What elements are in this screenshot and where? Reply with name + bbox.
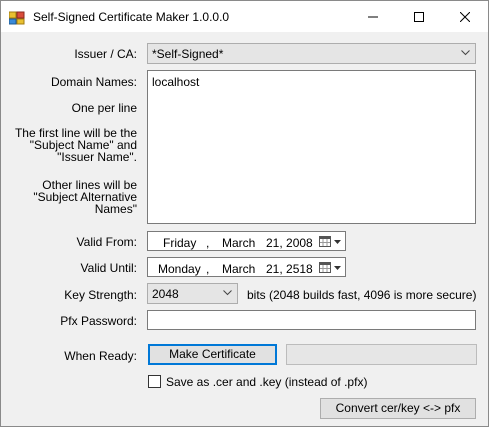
minimize-button[interactable]	[350, 1, 396, 32]
valid-until-day-year[interactable]: 21, 2518	[266, 262, 313, 276]
key-strength-hint: bits (2048 builds fast, 4096 is more sec…	[247, 288, 477, 302]
key-strength-label: Key Strength:	[64, 288, 137, 302]
domain-names-value: localhost	[152, 75, 200, 89]
key-strength-value: 2048	[152, 287, 179, 301]
make-certificate-button[interactable]: Make Certificate	[148, 344, 277, 365]
certificate-app-icon	[8, 9, 25, 25]
pfx-password-input[interactable]	[147, 310, 476, 330]
save-as-cer-label[interactable]: Save as .cer and .key (instead of .pfx)	[166, 375, 367, 389]
issuer-combo[interactable]: *Self-Signed*	[147, 43, 476, 64]
valid-until-label: Valid Until:	[80, 261, 137, 275]
valid-from-separator: ,	[206, 236, 210, 250]
title-bar[interactable]: Self-Signed Certificate Maker 1.0.0.0	[1, 1, 488, 32]
calendar-icon[interactable]	[319, 236, 331, 247]
key-strength-combo[interactable]: 2048	[147, 283, 238, 304]
valid-from-month[interactable]: March	[222, 236, 255, 250]
valid-until-weekday[interactable]: Monday	[158, 262, 201, 276]
valid-until-separator: ,	[206, 262, 210, 276]
pfx-password-label: Pfx Password:	[60, 314, 137, 328]
chevron-down-icon	[223, 290, 232, 296]
valid-from-label: Valid From:	[76, 235, 137, 249]
valid-from-weekday[interactable]: Friday	[163, 236, 196, 250]
issuer-value: *Self-Signed*	[152, 47, 224, 61]
valid-from-day-year[interactable]: 21, 2008	[266, 236, 313, 250]
maximize-icon	[414, 11, 424, 22]
valid-until-datepicker[interactable]: Monday , March 21, 2518	[147, 257, 346, 277]
chevron-down-icon[interactable]	[334, 266, 341, 270]
minimize-icon	[368, 16, 378, 17]
domain-note-other-lines: Other lines will be "Subject Alternative…	[33, 178, 137, 216]
domain-names-label: Domain Names:	[50, 75, 137, 89]
chevron-down-icon	[461, 50, 470, 56]
issuer-label: Issuer / CA:	[74, 47, 137, 61]
progress-bar	[286, 344, 477, 365]
chevron-down-icon[interactable]	[334, 240, 341, 244]
app-window: Self-Signed Certificate Maker 1.0.0.0 Is…	[0, 0, 489, 427]
when-ready-label: When Ready:	[64, 349, 137, 363]
convert-cer-pfx-button[interactable]: Convert cer/key <-> pfx	[320, 398, 476, 419]
valid-from-datepicker[interactable]: Friday , March 21, 2008	[147, 231, 346, 251]
calendar-icon[interactable]	[319, 262, 331, 273]
domain-note-one-per-line: One per line	[71, 101, 137, 115]
close-button[interactable]	[442, 1, 488, 32]
save-as-cer-checkbox[interactable]	[148, 375, 161, 388]
valid-until-month[interactable]: March	[222, 262, 255, 276]
window-title: Self-Signed Certificate Maker 1.0.0.0	[33, 10, 230, 24]
domain-names-textarea[interactable]: localhost	[147, 70, 476, 224]
domain-note-first-line: The first line will be the "Subject Name…	[14, 126, 137, 164]
close-icon	[460, 11, 470, 22]
maximize-button[interactable]	[396, 1, 442, 32]
